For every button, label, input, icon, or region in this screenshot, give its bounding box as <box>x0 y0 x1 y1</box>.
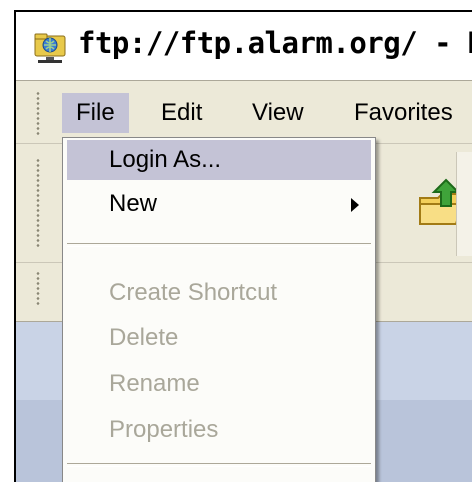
window-title: ftp://ftp.alarm.org/ - Mi <box>78 26 472 60</box>
menu-favorites[interactable]: Favorites <box>340 93 467 133</box>
menu-item-create-shortcut: Create Shortcut <box>109 279 278 306</box>
menu-item-rename: Rename <box>109 370 200 397</box>
menu-separator <box>67 463 371 467</box>
menu-item-new[interactable]: New <box>67 184 371 224</box>
menu-view[interactable]: View <box>238 93 318 133</box>
explorer-window: ftp://ftp.alarm.org/ - Mi File Edit View… <box>14 10 472 482</box>
menu-edit[interactable]: Edit <box>147 93 216 133</box>
file-menu-dropdown: Login As... New Create Shortcut Delete R… <box>62 137 376 482</box>
toolbar-grip[interactable] <box>36 158 40 248</box>
toolbar-edge <box>456 152 472 256</box>
menu-bar: File Edit View Favorites <box>16 81 472 144</box>
menu-item-properties: Properties <box>109 416 219 443</box>
menu-item-login-as[interactable]: Login As... <box>67 140 371 180</box>
menu-file[interactable]: File <box>62 93 129 133</box>
menu-item-delete: Delete <box>109 324 179 351</box>
menu-item-new-label: New <box>109 190 158 217</box>
network-folder-icon <box>34 33 66 63</box>
menubar-grip[interactable] <box>36 91 40 135</box>
address-grip[interactable] <box>36 271 40 307</box>
menu-separator <box>67 243 371 247</box>
submenu-arrow-icon <box>351 198 359 212</box>
title-bar: ftp://ftp.alarm.org/ - Mi <box>16 12 472 80</box>
